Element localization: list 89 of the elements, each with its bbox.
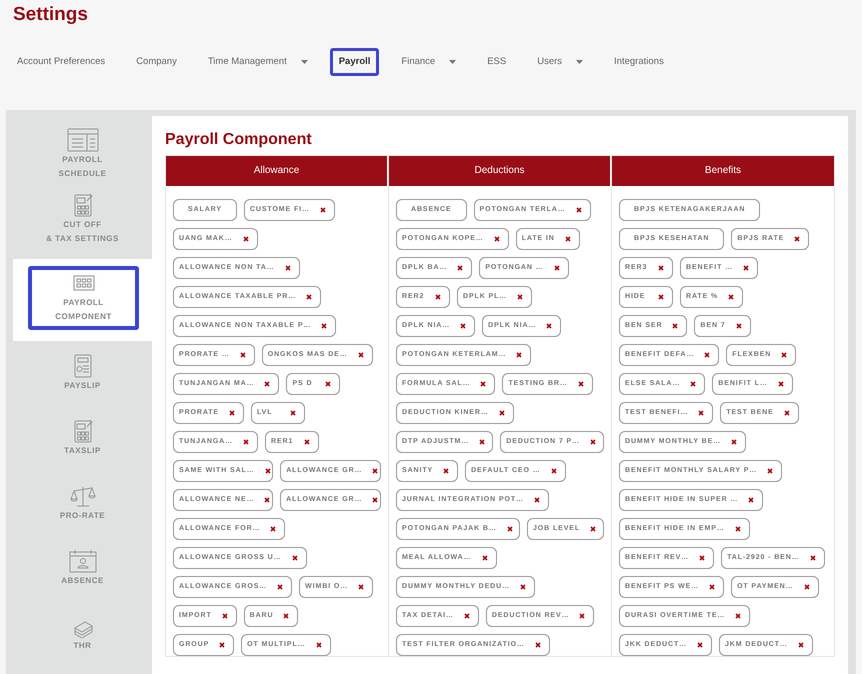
remove-icon[interactable] [546,322,552,329]
remove-icon[interactable] [283,612,290,619]
remove-icon[interactable] [658,264,664,271]
remove-icon[interactable] [576,206,582,213]
remove-icon[interactable] [743,264,749,271]
remove-icon[interactable] [219,642,226,648]
remove-icon[interactable] [292,554,298,561]
remove-icon[interactable] [534,642,541,648]
remove-icon[interactable] [784,410,790,416]
remove-icon[interactable] [284,264,291,271]
remove-icon[interactable] [321,322,328,329]
remove-icon[interactable] [516,352,522,358]
column-header: Allowance [166,156,388,186]
nav-tab[interactable]: ESS [478,48,516,76]
remove-icon[interactable] [534,496,540,503]
remove-icon[interactable] [464,612,470,619]
remove-icon[interactable] [264,380,270,387]
remove-icon[interactable] [690,380,696,387]
remove-icon[interactable] [482,554,488,561]
nav-tab[interactable]: Integrations [605,48,673,76]
remove-icon[interactable] [304,438,310,445]
remove-icon[interactable] [798,642,804,648]
remove-icon[interactable] [590,438,596,445]
remove-icon[interactable] [443,468,450,474]
remove-icon[interactable] [520,584,526,590]
remove-icon[interactable] [277,584,284,590]
sidebar-item[interactable]: PAYROLL COMPONENT [28,266,139,330]
remove-icon[interactable] [264,496,270,503]
remove-icon[interactable] [767,468,774,474]
nav-tab[interactable]: Finance [392,48,466,76]
remove-icon[interactable] [358,352,364,358]
remove-icon[interactable] [306,294,312,300]
remove-icon[interactable] [748,496,754,503]
column-header: Deductions [389,156,611,186]
remove-icon[interactable] [578,380,584,387]
page-title: Settings [12,3,89,27]
remove-icon[interactable] [590,526,596,532]
remove-icon[interactable] [240,352,246,358]
remove-icon[interactable] [498,410,505,416]
remove-icon[interactable] [460,322,466,329]
remove-icon[interactable] [479,438,486,445]
remove-icon[interactable] [734,526,741,532]
remove-icon[interactable] [709,584,716,590]
remove-icon[interactable] [810,554,816,561]
nav-tab[interactable]: Payroll [330,48,380,76]
remove-icon[interactable] [506,526,513,532]
remove-icon[interactable] [704,352,710,358]
nav-tab[interactable]: Account Preferences [8,48,114,76]
remove-icon[interactable] [270,526,276,532]
remove-icon[interactable] [494,236,500,242]
nav-tab[interactable]: Time Management [198,48,317,76]
remove-icon[interactable] [229,410,236,416]
remove-icon[interactable] [579,612,586,619]
remove-icon[interactable] [735,612,742,619]
column-header: Benefits [612,156,834,186]
remove-icon[interactable] [554,264,560,271]
remove-icon[interactable] [698,410,704,416]
remove-icon[interactable] [794,236,800,242]
remove-icon[interactable] [728,294,734,300]
remove-icon[interactable] [320,206,326,213]
remove-icon[interactable] [480,380,486,387]
remove-icon[interactable] [372,496,378,503]
remove-icon[interactable] [358,584,364,590]
remove-icon[interactable] [435,294,441,300]
remove-icon[interactable] [731,438,738,445]
remove-icon[interactable] [325,380,332,387]
remove-icon[interactable] [699,554,706,561]
remove-icon[interactable] [804,584,810,590]
nav-tab[interactable]: Company [127,48,186,76]
remove-icon[interactable] [658,294,664,300]
remove-icon[interactable] [242,236,249,242]
remove-icon[interactable] [672,322,678,329]
remove-icon[interactable] [290,410,296,416]
nav-tab[interactable]: Users [528,48,592,76]
remove-icon[interactable] [697,642,704,648]
panel-title: Payroll Component [165,130,313,149]
calendar-icon [64,128,100,152]
remove-icon[interactable] [517,294,524,300]
remove-icon[interactable] [316,642,322,648]
remove-icon[interactable] [457,264,464,271]
remove-icon[interactable] [778,380,784,387]
remove-icon[interactable] [736,322,742,329]
remove-icon[interactable] [564,236,571,242]
remove-icon[interactable] [264,468,271,474]
remove-icon[interactable] [781,352,788,358]
remove-icon[interactable] [222,612,228,619]
remove-icon[interactable] [243,438,249,445]
remove-icon[interactable] [550,468,557,474]
remove-icon[interactable] [372,468,378,474]
